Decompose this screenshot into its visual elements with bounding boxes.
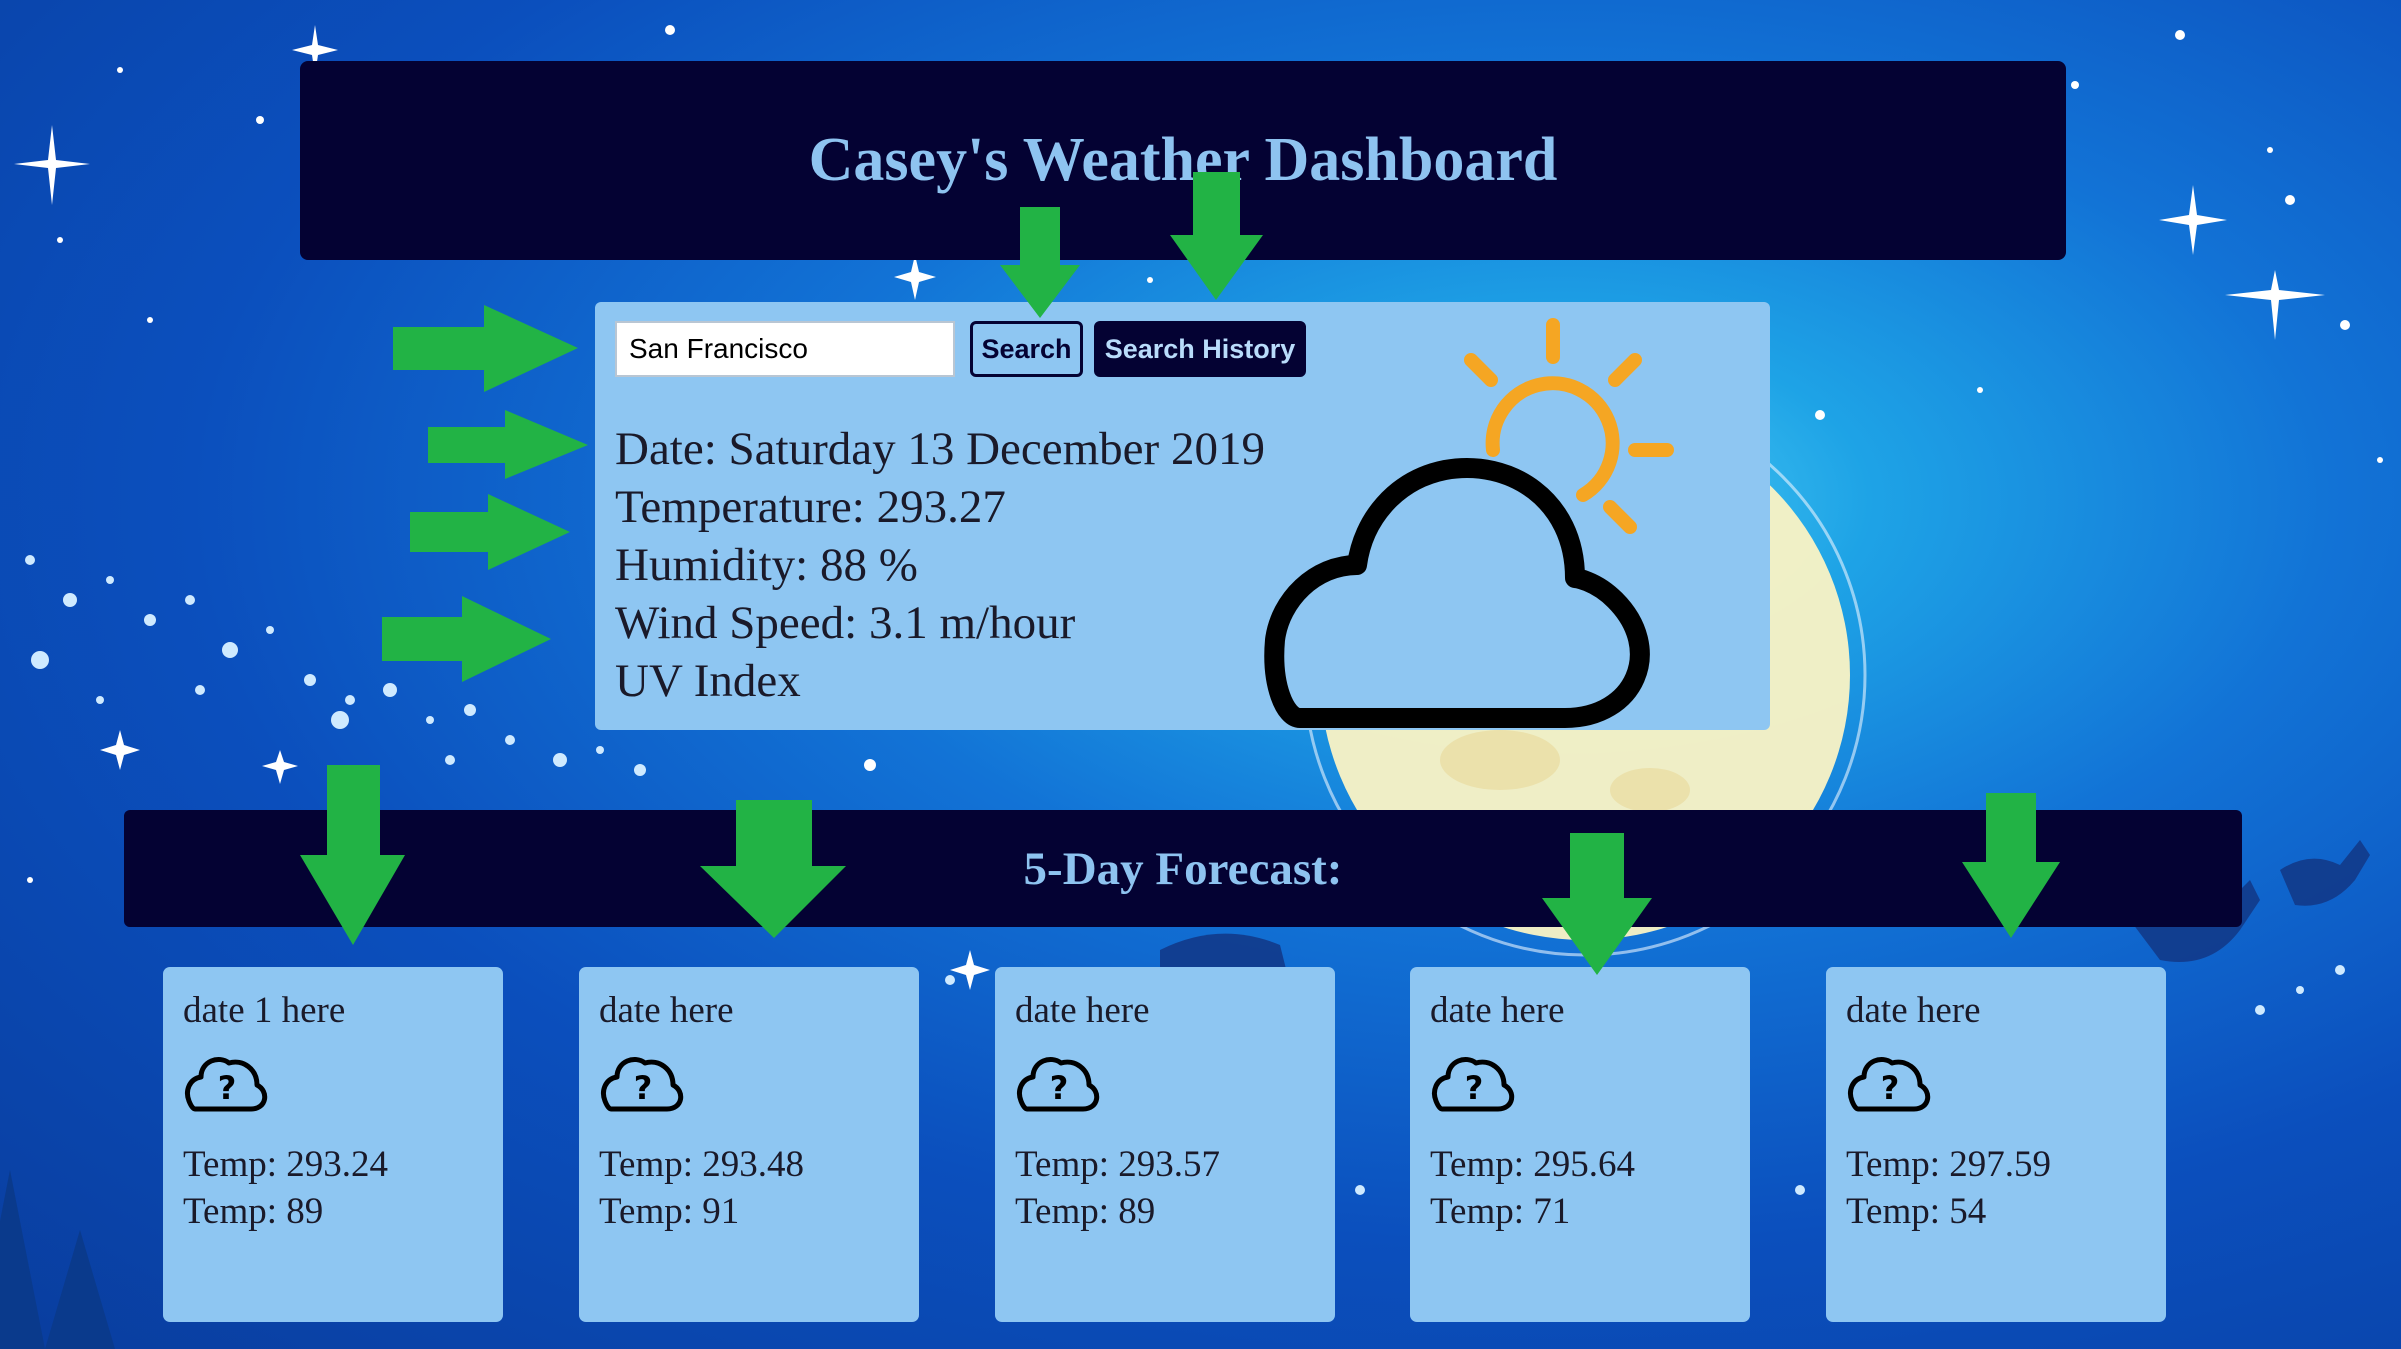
forecast-temp: Temp: 293.57 <box>1015 1144 1220 1185</box>
svg-text:?: ? <box>1050 1069 1069 1107</box>
current-weather-details: Date: Saturday 13 December 2019 Temperat… <box>615 420 1265 710</box>
current-uv-index: UV Index <box>615 655 801 707</box>
forecast-temp: Temp: 295.64 <box>1430 1144 1635 1185</box>
partly-cloudy-icon <box>1264 318 1674 728</box>
svg-text:?: ? <box>634 1069 653 1107</box>
city-search-input[interactable] <box>615 321 955 377</box>
forecast-date: date here <box>599 990 734 1031</box>
forecast-humidity: Temp: 71 <box>1430 1191 1571 1232</box>
cloud-question-icon: ? <box>1432 1057 1515 1112</box>
current-weather-panel: Search Search History Date: Saturday 13 … <box>595 302 1770 730</box>
svg-text:?: ? <box>1465 1069 1484 1107</box>
current-temperature: Temperature: 293.27 <box>615 481 1006 533</box>
forecast-humidity: Temp: 54 <box>1846 1191 1987 1232</box>
forecast-temp: Temp: 293.48 <box>599 1144 804 1185</box>
forecast-card-4: date here ? Temp: 295.64 Temp: 71 <box>1410 967 1750 1322</box>
search-button[interactable]: Search <box>970 321 1083 377</box>
cloud-question-icon: ? <box>185 1057 268 1112</box>
svg-text:?: ? <box>1881 1069 1900 1107</box>
forecast-date: date here <box>1015 990 1150 1031</box>
forecast-temp: Temp: 293.24 <box>183 1144 388 1185</box>
dashboard-header: Casey's Weather Dashboard <box>300 61 2066 260</box>
current-humidity: Humidity: 88 % <box>615 539 918 591</box>
forecast-humidity: Temp: 89 <box>183 1191 324 1232</box>
svg-text:?: ? <box>218 1069 237 1107</box>
current-wind-speed: Wind Speed: 3.1 m/hour <box>615 597 1076 649</box>
forecast-temp: Temp: 297.59 <box>1846 1144 2051 1185</box>
forecast-card-1: date 1 here ? Temp: 293.24 Temp: 89 <box>163 967 503 1322</box>
cloud-question-icon: ? <box>1017 1057 1100 1112</box>
current-date: Date: Saturday 13 December 2019 <box>615 423 1265 475</box>
forecast-title: 5-Day Forecast: <box>1023 842 1343 895</box>
cloud-question-icon: ? <box>601 1057 684 1112</box>
forecast-humidity: Temp: 91 <box>599 1191 740 1232</box>
page-title: Casey's Weather Dashboard <box>808 126 1558 194</box>
forecast-date: date 1 here <box>183 990 346 1031</box>
cloud-question-icon: ? <box>1848 1057 1931 1112</box>
forecast-card-5: date here ? Temp: 297.59 Temp: 54 <box>1826 967 2166 1322</box>
forecast-header: 5-Day Forecast: <box>124 810 2242 927</box>
forecast-card-3: date here ? Temp: 293.57 Temp: 89 <box>995 967 1335 1322</box>
forecast-date: date here <box>1430 990 1565 1031</box>
forecast-card-2: date here ? Temp: 293.48 Temp: 91 <box>579 967 919 1322</box>
forecast-humidity: Temp: 89 <box>1015 1191 1156 1232</box>
forecast-date: date here <box>1846 990 1981 1031</box>
